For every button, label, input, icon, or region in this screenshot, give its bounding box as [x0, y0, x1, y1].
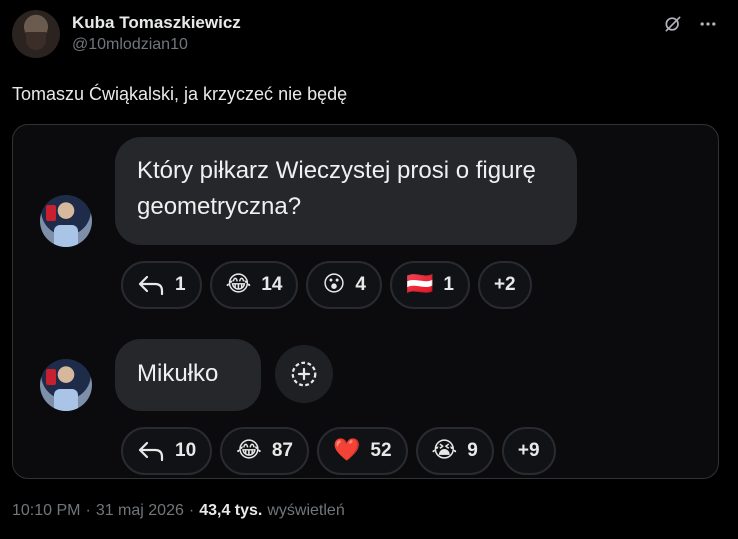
author-handle[interactable]: @10mlodzian10	[72, 36, 188, 54]
reaction-count: 87	[271, 440, 293, 461]
reaction-emoji-icon: 😂	[236, 438, 262, 463]
reaction-count: 52	[370, 440, 392, 461]
reaction-count: 1	[175, 274, 186, 295]
reaction-pill[interactable]: 1	[121, 261, 202, 309]
reaction-pill[interactable]: 😮 4	[306, 261, 382, 309]
reaction-emoji-icon: ❤️	[333, 438, 361, 463]
message-bubble-2: Mikułko	[115, 339, 261, 411]
reply-icon	[138, 441, 164, 462]
club-badge-icon	[46, 369, 56, 385]
author-name[interactable]: Kuba Tomaszkiewicz	[72, 13, 241, 33]
reaction-count: +2	[493, 274, 516, 295]
more-options-icon[interactable]	[698, 14, 718, 34]
avatar-shirt	[54, 225, 78, 247]
reaction-emoji-icon: 😂	[225, 272, 252, 297]
club-badge-icon	[46, 205, 56, 221]
tweet-time[interactable]: 10:10 PM	[12, 502, 80, 520]
reaction-count: +9	[517, 440, 540, 461]
reaction-count: 4	[355, 274, 366, 295]
views-label: wyświetleń	[267, 502, 345, 519]
reaction-pill[interactable]: +9	[501, 427, 556, 475]
reactions-row-2: 10 😂 87 ❤️ 52 😭 9 +9	[121, 427, 556, 475]
reaction-pill[interactable]: 😭 9	[415, 427, 494, 475]
reaction-count: 9	[467, 440, 478, 461]
reaction-pill[interactable]: 🇦🇹 1	[389, 261, 470, 309]
reaction-pill[interactable]: 😂 14	[209, 261, 299, 309]
reaction-pill[interactable]: 10	[121, 427, 213, 475]
separator: ·	[85, 502, 91, 519]
reaction-pill[interactable]: 😂 87	[220, 427, 309, 475]
chat-screenshot-media[interactable]: Który piłkarz Wieczystej prosi o figurę …	[12, 124, 719, 479]
author-avatar[interactable]	[12, 10, 60, 58]
tweet-text: Tomaszu Ćwiąkalski, ja krzyczeć nie będę	[12, 84, 348, 104]
tweet-footer: 10:10 PM · 31 maj 2026 · 43,4 tys. wyświ…	[12, 502, 345, 520]
reaction-pill[interactable]: ❤️ 52	[317, 427, 408, 475]
add-reaction-button[interactable]	[275, 345, 333, 403]
separator: ·	[188, 502, 195, 519]
tweet-date[interactable]: 31 maj 2026	[96, 502, 184, 520]
add-reaction-icon	[291, 361, 317, 387]
reaction-emoji-icon: 🇦🇹	[405, 272, 434, 297]
reaction-count: 14	[261, 274, 283, 295]
reply-icon	[138, 275, 164, 296]
reaction-emoji-icon: 😭	[431, 438, 458, 463]
reaction-pill[interactable]: +2	[477, 261, 532, 309]
message-avatar	[40, 359, 92, 411]
avatar-beard	[26, 32, 46, 50]
views-count: 43,4 tys.	[199, 502, 263, 519]
grok-icon[interactable]	[663, 14, 683, 34]
message-bubble-1: Który piłkarz Wieczystej prosi o figurę …	[115, 137, 577, 245]
reactions-row-1: 1 😂 14 😮 4 🇦🇹 1 +2	[121, 261, 532, 309]
message-avatar	[40, 195, 92, 247]
reaction-count: 1	[443, 274, 454, 295]
avatar-shirt	[54, 389, 78, 411]
reaction-count: 10	[175, 440, 197, 461]
reaction-emoji-icon: 😮	[322, 272, 346, 297]
